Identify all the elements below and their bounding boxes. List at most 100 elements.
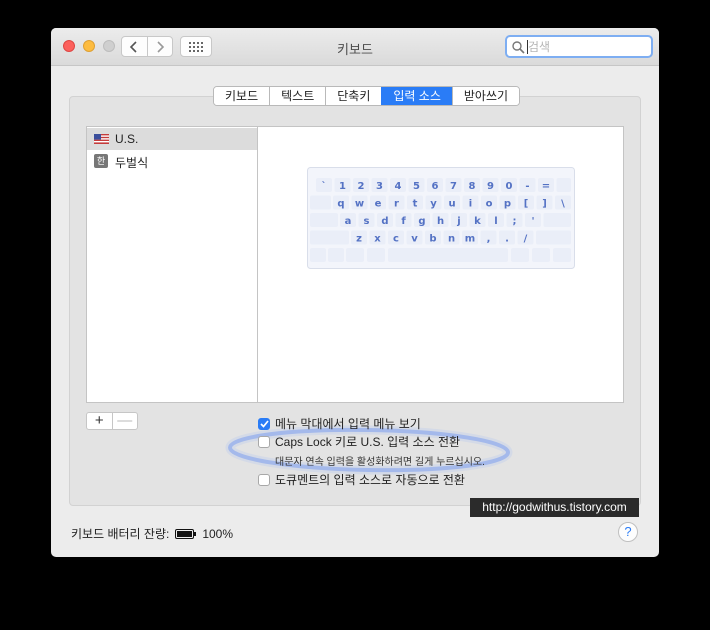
show-menu-label: 메뉴 막대에서 입력 메뉴 보기 bbox=[275, 417, 421, 431]
key-label: - bbox=[525, 181, 529, 192]
key-label: 7 bbox=[450, 181, 457, 192]
tab-shortcuts[interactable]: 단축키 bbox=[325, 87, 382, 105]
bottom-row-key bbox=[328, 248, 344, 262]
list-controls: + — bbox=[86, 412, 138, 430]
key-label: e bbox=[375, 199, 382, 210]
key-label: x bbox=[374, 234, 381, 245]
auto-switch-option: 도큐멘트의 입력 소스로 자동으로 전환 bbox=[258, 471, 465, 488]
key-label: v bbox=[411, 234, 418, 245]
battery-percent: 100% bbox=[202, 526, 234, 541]
bottom-row-key bbox=[553, 248, 571, 262]
key-label: q bbox=[337, 199, 344, 210]
key-label: ] bbox=[542, 199, 547, 210]
key-label: . bbox=[505, 234, 509, 245]
key-label: o bbox=[486, 199, 493, 210]
text-caret bbox=[527, 40, 528, 54]
key-label: f bbox=[401, 216, 406, 227]
search-field[interactable] bbox=[505, 35, 653, 58]
key-label: / bbox=[524, 234, 528, 245]
search-icon bbox=[512, 41, 525, 54]
key-label: n bbox=[448, 234, 455, 245]
key-label: j bbox=[456, 216, 460, 227]
help-button[interactable]: ? bbox=[618, 522, 638, 542]
key-label: i bbox=[469, 199, 472, 210]
caps-lock-hint: 대문자 연속 입력을 활성화하려면 길게 누르십시오. bbox=[275, 457, 485, 468]
key-label: m bbox=[465, 234, 475, 245]
modifier-key bbox=[310, 195, 331, 210]
modifier-key bbox=[536, 230, 571, 245]
key-label: 8 bbox=[469, 181, 476, 192]
key-label: c bbox=[393, 234, 399, 245]
key-label: z bbox=[356, 234, 362, 245]
key-label: ; bbox=[513, 216, 517, 227]
caps-lock-option: Caps Lock 키로 U.S. 입력 소스 전환 bbox=[258, 433, 460, 450]
key-label: 4 bbox=[395, 181, 402, 192]
key-label: a bbox=[345, 216, 352, 227]
hangul-icon: 한 bbox=[94, 154, 108, 168]
battery-icon bbox=[175, 528, 197, 539]
show-menu-option: 메뉴 막대에서 입력 메뉴 보기 bbox=[258, 415, 421, 432]
preferences-window: 키보드 키보드 텍스트 단축키 입력 소스 받아쓰기 bbox=[51, 28, 659, 557]
tab-bar: 키보드 텍스트 단축키 입력 소스 받아쓰기 bbox=[213, 86, 521, 106]
battery-label: 키보드 배터리 잔량: bbox=[71, 527, 170, 541]
key-label: g bbox=[418, 216, 425, 227]
key-label: h bbox=[437, 216, 444, 227]
key-label: t bbox=[413, 199, 418, 210]
modifier-key bbox=[310, 230, 349, 245]
list-item-dubeolsik[interactable]: 한 두벌식 bbox=[87, 150, 257, 172]
key-label: 9 bbox=[487, 181, 494, 192]
key-label: y bbox=[430, 199, 437, 210]
bottom-row-key bbox=[388, 248, 508, 262]
key-label: 3 bbox=[376, 181, 383, 192]
key-label: 1 bbox=[339, 181, 346, 192]
key-label: ` bbox=[322, 180, 327, 192]
bottom-row-key bbox=[367, 248, 385, 262]
key-label: l bbox=[494, 216, 497, 227]
caps-lock-label: Caps Lock 키로 U.S. 입력 소스 전환 bbox=[275, 435, 461, 449]
key-label: \ bbox=[561, 199, 565, 210]
tab-input-sources[interactable]: 입력 소스 bbox=[381, 87, 452, 105]
tab-dictation[interactable]: 받아쓰기 bbox=[451, 87, 520, 105]
remove-source-button[interactable]: — bbox=[111, 413, 138, 429]
bottom-row-key bbox=[532, 248, 550, 262]
modifier-key bbox=[556, 178, 571, 192]
battery-status: 키보드 배터리 잔량: 100% bbox=[71, 525, 233, 542]
key-label: p bbox=[504, 199, 511, 210]
key-label: d bbox=[381, 216, 388, 227]
add-source-button[interactable]: + bbox=[87, 413, 112, 429]
key-label: k bbox=[474, 216, 481, 227]
key-label: [ bbox=[524, 199, 529, 210]
input-source-list: U.S. 한 두벌식 bbox=[86, 126, 258, 403]
key-label: ' bbox=[531, 216, 534, 227]
key-label: b bbox=[429, 234, 436, 245]
source-label: 두벌식 bbox=[115, 156, 149, 170]
show-menu-checkbox[interactable] bbox=[258, 417, 270, 430]
bottom-row-key bbox=[346, 248, 364, 262]
key-label: r bbox=[394, 199, 399, 210]
us-flag-icon bbox=[94, 134, 109, 144]
tab-keyboard[interactable]: 키보드 bbox=[214, 87, 270, 105]
checkmark-icon bbox=[259, 419, 269, 428]
bottom-row-key bbox=[310, 248, 326, 262]
key-label: 6 bbox=[432, 181, 439, 192]
key-label: , bbox=[487, 234, 491, 245]
auto-switch-label: 도큐멘트의 입력 소스로 자동으로 전환 bbox=[275, 473, 465, 487]
source-label: U.S. bbox=[115, 132, 139, 146]
tab-text[interactable]: 텍스트 bbox=[269, 87, 326, 105]
key-label: 2 bbox=[358, 181, 365, 192]
search-input[interactable] bbox=[528, 39, 646, 55]
bottom-row-key bbox=[511, 248, 529, 262]
key-label: s bbox=[364, 216, 370, 227]
key-label: w bbox=[355, 199, 364, 210]
key-label: = bbox=[542, 181, 550, 192]
caps-lock-checkbox[interactable] bbox=[258, 435, 270, 448]
key-label: 5 bbox=[413, 181, 420, 192]
key-label: 0 bbox=[506, 181, 513, 192]
keyboard-layout-preview: ` 1 2 3 4 5 6 7 8 9 0 - = q w e r t y u i o p [] \ a s d f g h j k l; ' z x c… bbox=[307, 167, 575, 269]
modifier-key bbox=[310, 213, 338, 227]
key-label: u bbox=[448, 199, 455, 210]
list-item-us[interactable]: U.S. bbox=[87, 128, 257, 150]
title-bar: 키보드 bbox=[51, 28, 659, 66]
auto-switch-checkbox[interactable] bbox=[258, 473, 270, 486]
watermark-url: http://godwithus.tistory.com bbox=[470, 498, 639, 517]
